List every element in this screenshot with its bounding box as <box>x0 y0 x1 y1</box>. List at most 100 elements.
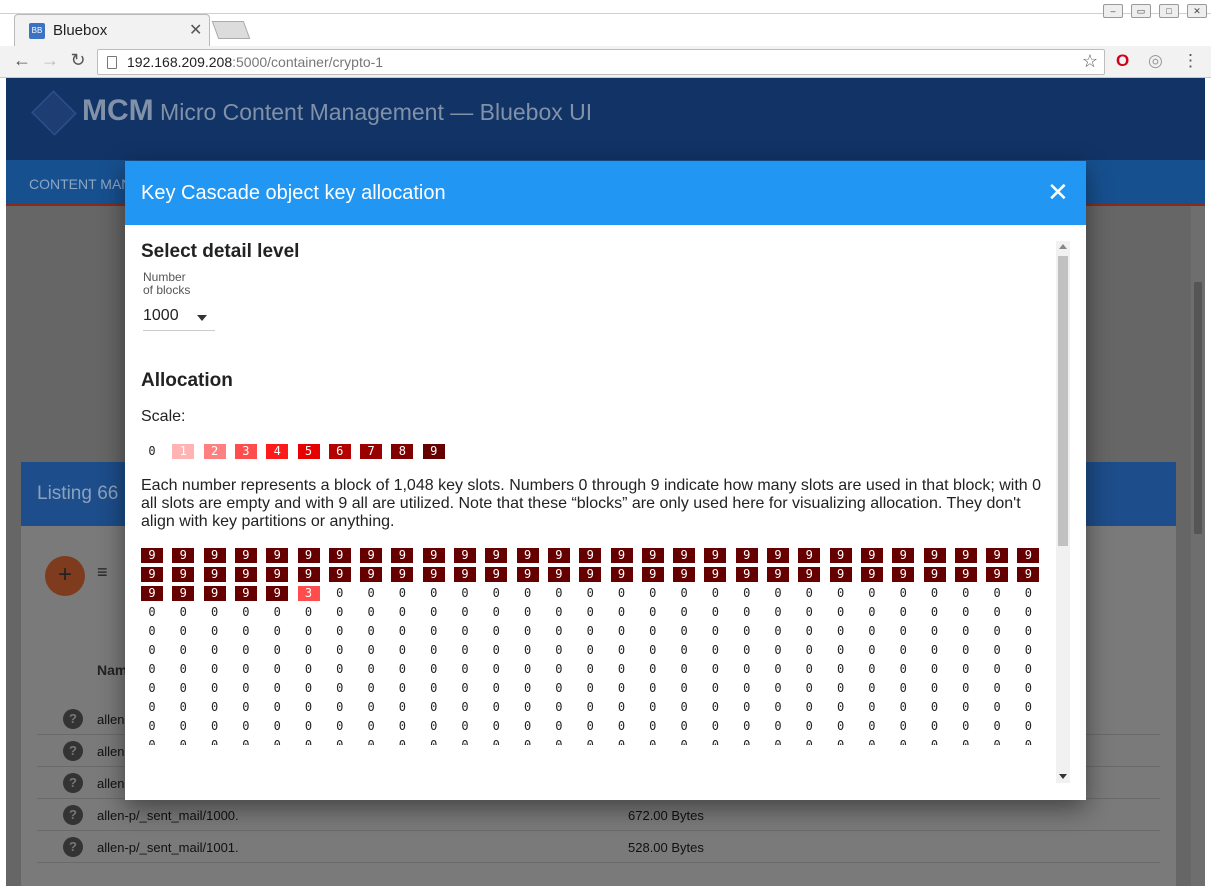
allocation-block: 0 <box>836 605 845 619</box>
browser-tab[interactable]: BB Bluebox ✕ <box>14 14 210 46</box>
allocation-block: 0 <box>899 643 907 657</box>
add-button[interactable]: + <box>45 556 85 596</box>
allocation-block: 0 <box>398 662 406 676</box>
allocation-block: 0 <box>774 662 782 676</box>
dialog-scrollbar-thumb[interactable] <box>1058 256 1068 546</box>
allocation-block: 0 <box>962 624 970 638</box>
scale-cell: 6 <box>328 444 351 459</box>
allocation-block: 0 <box>711 662 719 676</box>
minimize-icon[interactable]: – <box>1103 4 1123 18</box>
allocation-block: 9 <box>735 567 758 582</box>
allocation-block: 0 <box>805 643 813 657</box>
address-bar[interactable]: 192.168.209.208:5000/container/crypto-1 … <box>97 49 1105 75</box>
allocation-block: 0 <box>868 719 876 733</box>
allocation-block: 0 <box>148 605 156 619</box>
allocation-block: 9 <box>892 548 915 563</box>
allocation-block: 0 <box>743 681 751 695</box>
allocation-block: 0 <box>492 738 500 745</box>
allocation-block: 0 <box>304 719 313 733</box>
allocation-block: 9 <box>610 567 633 582</box>
number-of-blocks-select[interactable]: 1000 <box>143 307 215 331</box>
close-icon[interactable]: ✕ <box>1047 179 1069 205</box>
allocation-block: 0 <box>836 643 845 657</box>
dialog-scrollbar[interactable] <box>1056 241 1070 783</box>
unknown-type-icon: ? <box>63 773 83 793</box>
filter-icon[interactable]: ≡ <box>97 562 108 583</box>
allocation-block: 0 <box>993 681 1001 695</box>
row-name[interactable]: allen-p/_sent_mail/1001. <box>97 840 239 855</box>
allocation-block: 0 <box>367 700 375 714</box>
allocation-block: 0 <box>962 681 970 695</box>
allocation-block: 0 <box>304 643 313 657</box>
allocation-block: 0 <box>774 586 782 600</box>
opera-icon[interactable]: O <box>1116 51 1129 71</box>
browser-titlebar: BB Bluebox ✕ – ▭ □ ✕ <box>0 0 1211 46</box>
allocation-block: 0 <box>680 738 688 745</box>
allocation-block: 0 <box>930 738 939 745</box>
restore-icon[interactable]: ▭ <box>1131 4 1151 18</box>
dropdown-arrow-icon <box>197 315 207 321</box>
maximize-icon[interactable]: □ <box>1159 4 1179 18</box>
allocation-block: 0 <box>242 605 250 619</box>
allocation-block: 0 <box>743 643 751 657</box>
reload-icon[interactable]: ↻ <box>67 50 89 71</box>
allocation-block: 9 <box>234 548 257 563</box>
row-size: 672.00 Bytes <box>628 808 704 823</box>
allocation-block: 9 <box>516 567 539 582</box>
allocation-block: 0 <box>179 605 187 619</box>
page-scrollbar[interactable] <box>1191 206 1205 886</box>
forward-icon[interactable]: → <box>39 50 61 71</box>
extension-icon[interactable]: ◎ <box>1148 51 1163 71</box>
allocation-block: 0 <box>993 738 1001 745</box>
allocation-block: 0 <box>273 681 281 695</box>
allocation-block: 0 <box>868 586 876 600</box>
allocation-block: 0 <box>148 700 156 714</box>
table-row[interactable]: ? allen-p/_sent_mail/1000. 672.00 Bytes <box>37 799 1160 831</box>
allocation-block: 0 <box>179 681 187 695</box>
back-icon[interactable]: ← <box>11 50 33 71</box>
bookmark-star-icon[interactable]: ☆ <box>1082 51 1098 72</box>
allocation-block: 0 <box>586 643 594 657</box>
url-text[interactable]: 192.168.209.208:5000/container/crypto-1 <box>127 54 383 70</box>
allocation-block: 9 <box>1017 567 1040 582</box>
allocation-block: 0 <box>242 624 250 638</box>
allocation-block: 0 <box>680 681 688 695</box>
scroll-up-icon[interactable] <box>1059 244 1067 249</box>
allocation-block: 9 <box>454 548 476 563</box>
row-name[interactable]: allen <box>97 776 124 791</box>
allocation-block: 0 <box>586 662 594 676</box>
allocation-block: 0 <box>242 662 250 676</box>
allocation-block: 0 <box>617 643 626 657</box>
allocation-block: 0 <box>743 605 751 619</box>
column-header-name[interactable]: Nam <box>97 662 127 678</box>
allocation-block: 0 <box>398 643 406 657</box>
allocation-block: 0 <box>398 700 406 714</box>
new-tab-button[interactable] <box>211 21 251 39</box>
allocation-block: 0 <box>336 738 344 745</box>
page-scrollbar-thumb[interactable] <box>1194 282 1202 534</box>
allocation-block: 0 <box>523 681 532 695</box>
allocation-block: 0 <box>962 586 970 600</box>
allocation-block: 0 <box>304 681 313 695</box>
allocation-block: 0 <box>523 624 532 638</box>
scale-cell: 4 <box>266 444 289 459</box>
row-name[interactable]: allen <box>97 744 124 759</box>
row-name[interactable]: allen-p/_sent_mail/1000. <box>97 808 239 823</box>
scale-cell: 9 <box>422 444 445 459</box>
allocation-block: 0 <box>148 681 156 695</box>
allocation-block: 9 <box>579 548 602 563</box>
row-name[interactable]: allen <box>97 712 124 727</box>
allocation-block: 0 <box>649 605 657 619</box>
menu-icon[interactable]: ⋮ <box>1182 51 1199 71</box>
window-close-icon[interactable]: ✕ <box>1187 4 1207 18</box>
allocation-block: 0 <box>649 700 657 714</box>
allocation-block: 0 <box>1024 700 1032 714</box>
table-row[interactable]: ? allen-p/_sent_mail/1001. 528.00 Bytes <box>37 831 1160 863</box>
allocation-block: 9 <box>141 567 163 582</box>
scroll-down-icon[interactable] <box>1059 774 1067 779</box>
nav-content-management[interactable]: CONTENT MAN <box>29 176 131 192</box>
allocation-block: 9 <box>328 548 351 563</box>
tab-close-icon[interactable]: ✕ <box>189 20 202 40</box>
allocation-block: 0 <box>711 738 719 745</box>
allocation-block: 0 <box>649 643 657 657</box>
